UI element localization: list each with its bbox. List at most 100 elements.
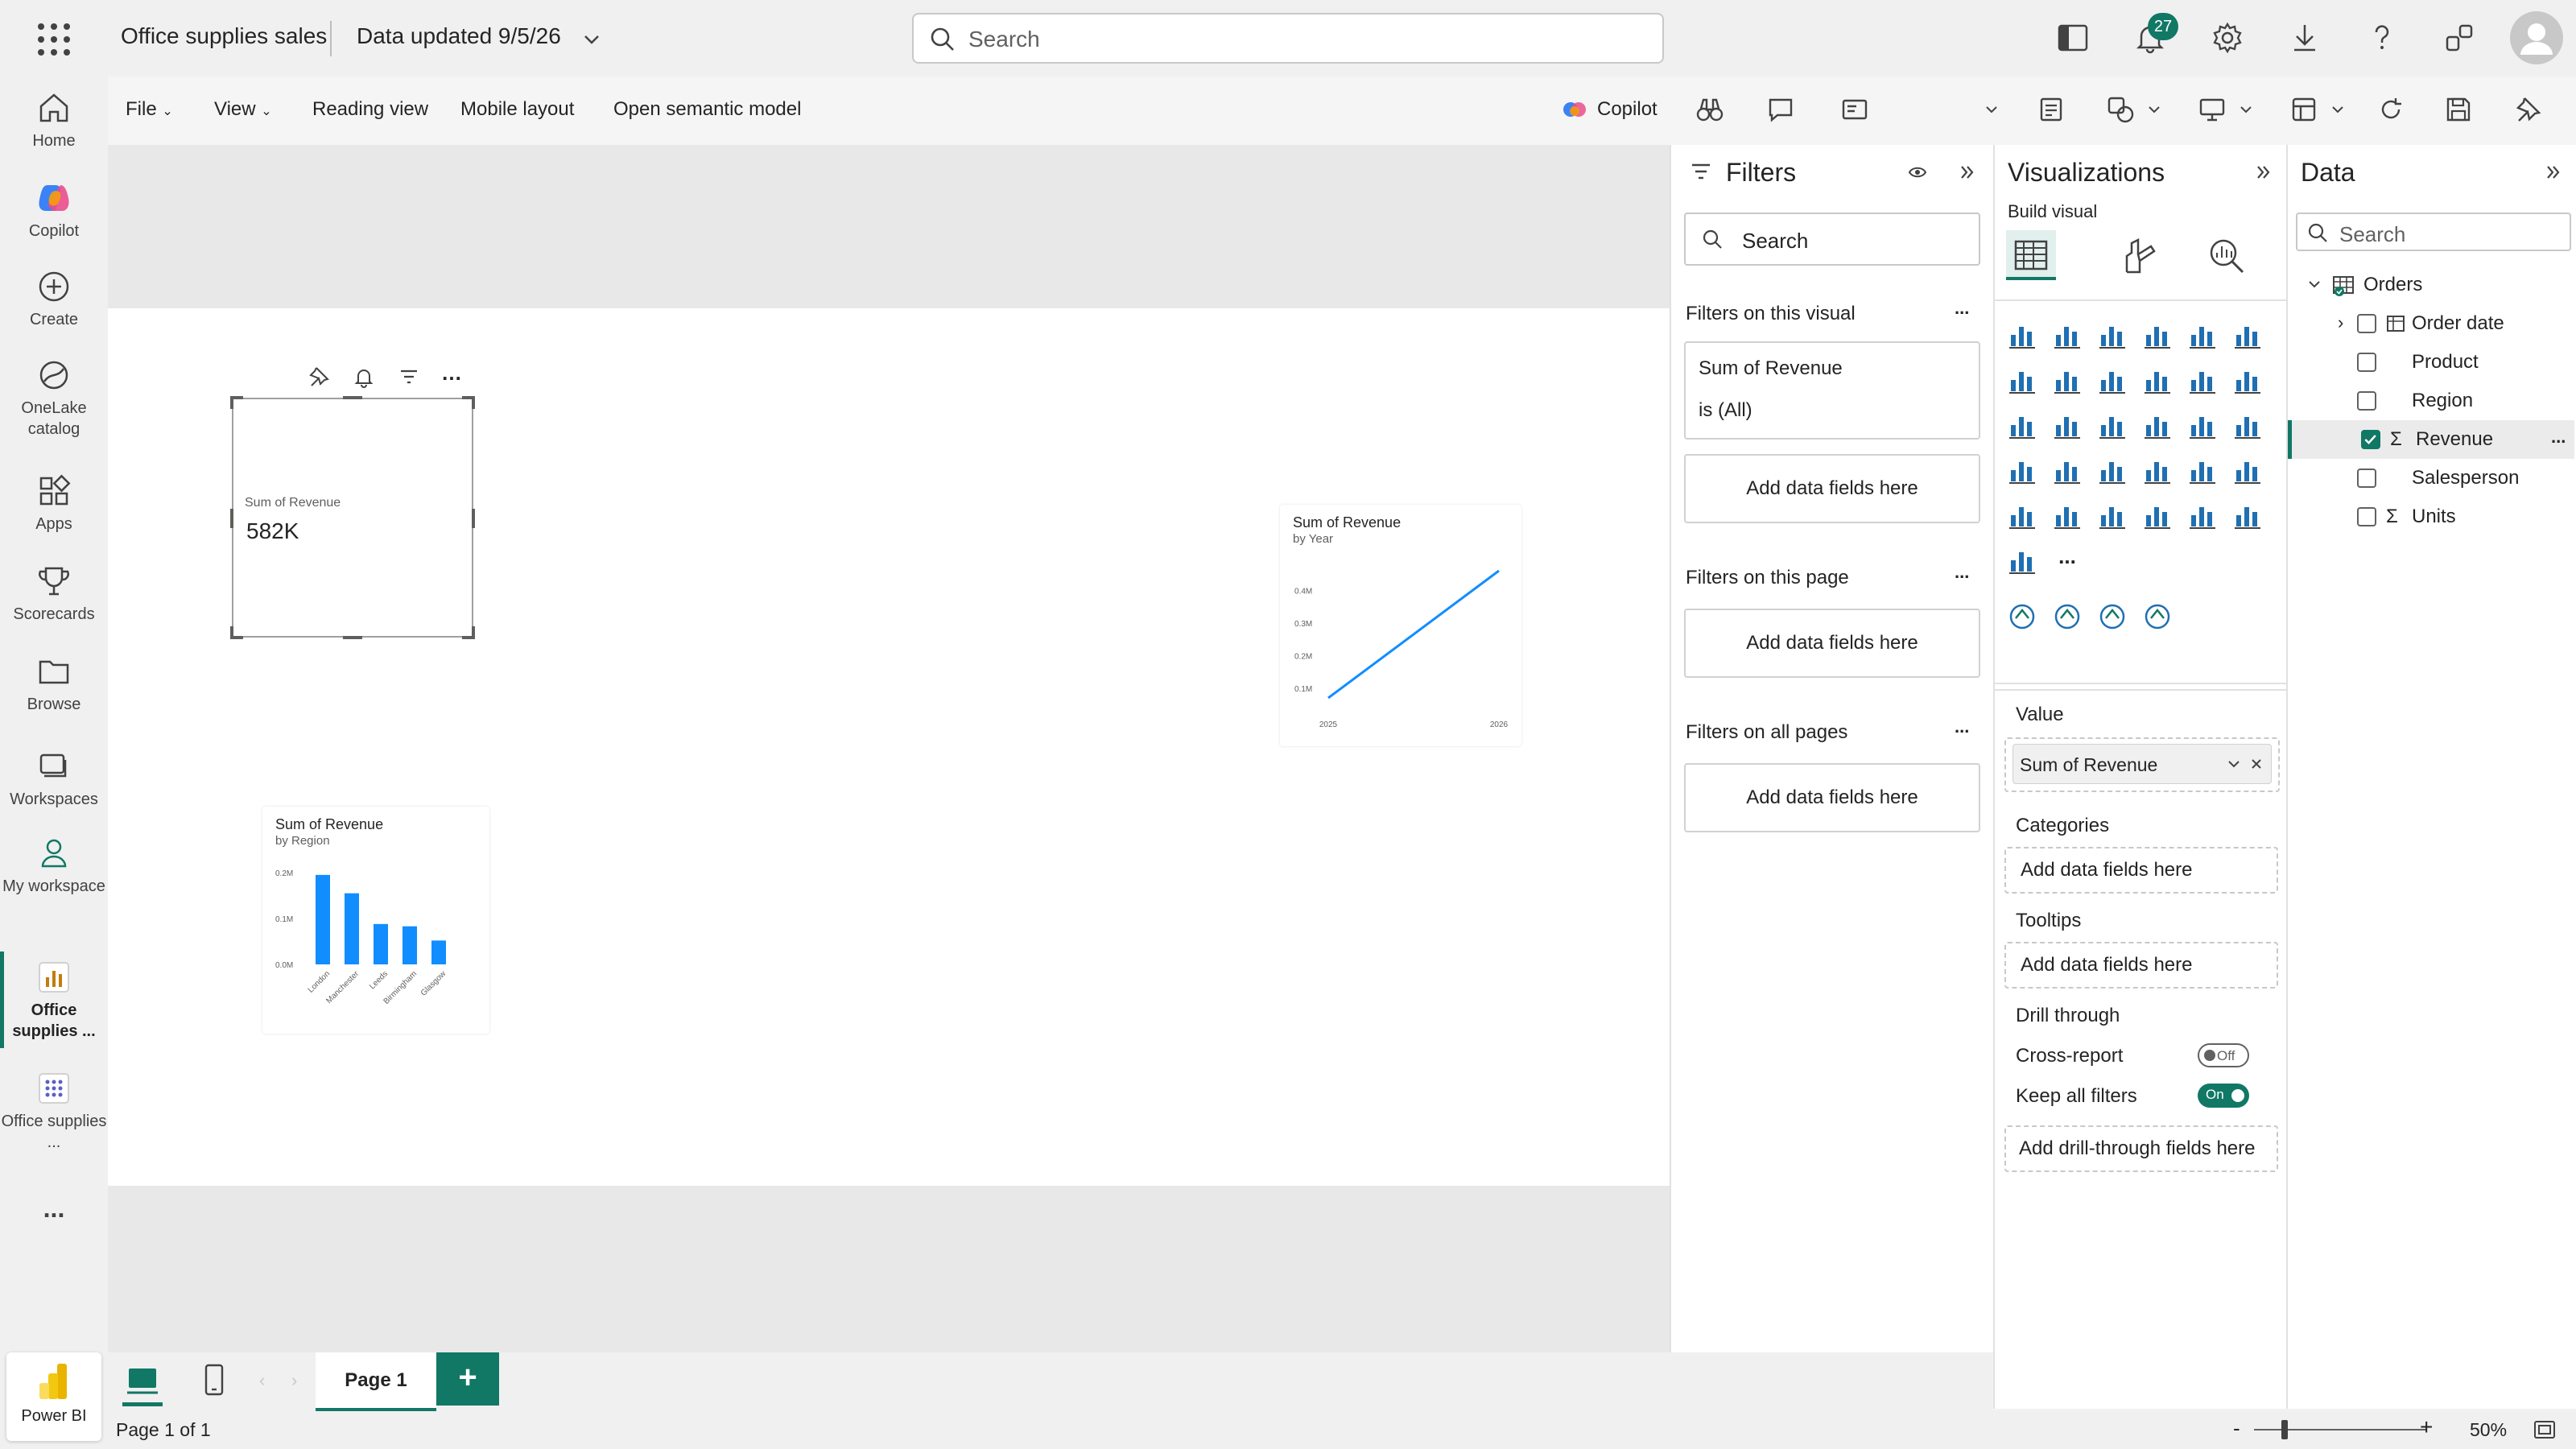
nav-office-supplies-model[interactable]: Office supplies ... [0, 1071, 108, 1153]
value-field-pill[interactable]: Sum of Revenue [2013, 744, 2272, 784]
resize-handle[interactable] [462, 626, 475, 639]
filters-search-input[interactable]: Search [1684, 213, 1980, 266]
field-row[interactable]: Salesperson [2288, 459, 2574, 497]
more-options-icon[interactable]: … [441, 361, 462, 386]
visual-type-icon[interactable] [2141, 364, 2174, 396]
share-icon[interactable] [2442, 21, 2476, 55]
nav-office-supplies-report[interactable]: Office supplies ... [0, 960, 108, 1042]
page-tab[interactable]: Page 1 [316, 1352, 436, 1411]
fit-to-page-icon[interactable] [2533, 1418, 2557, 1442]
visual-type-icon[interactable] [2051, 319, 2083, 351]
close-icon[interactable] [2250, 758, 2263, 770]
keep-filters-toggle[interactable]: On [2198, 1084, 2249, 1108]
data-updated-label[interactable]: Data updated 9/5/26 [357, 23, 561, 49]
save-icon[interactable] [2444, 95, 2473, 124]
filter-card[interactable]: Sum of Revenue is (All) [1684, 341, 1980, 440]
field-checkbox[interactable] [2357, 314, 2376, 333]
visual-type-icon[interactable] [2231, 319, 2264, 351]
more-options-icon[interactable]: ... [2551, 427, 2566, 448]
nav-my-workspace[interactable]: My workspace [0, 836, 108, 897]
mobile-layout-icon[interactable] [200, 1362, 229, 1397]
visual-type-icon[interactable] [2006, 499, 2038, 531]
visual-type-icon[interactable] [2186, 319, 2219, 351]
field-checkbox[interactable] [2357, 469, 2376, 488]
more-options-icon[interactable]: ... [1955, 298, 1969, 319]
panel-toggle-icon[interactable] [2056, 21, 2090, 55]
open-semantic-model-button[interactable]: Open semantic model [613, 98, 801, 121]
nav-home[interactable]: Home [0, 90, 108, 151]
visual-type-icon[interactable] [2141, 454, 2174, 486]
binoculars-icon[interactable] [1695, 95, 1724, 124]
table-orders[interactable]: Orders [2288, 266, 2574, 304]
trophy-icon[interactable] [2096, 601, 2128, 633]
visual-type-icon[interactable] [2051, 409, 2083, 441]
next-page-icon[interactable]: › [291, 1370, 297, 1391]
layout-icon[interactable] [2289, 95, 2318, 124]
field-checkbox[interactable] [2357, 507, 2376, 526]
pin-icon[interactable] [2513, 95, 2542, 124]
visual-type-icon[interactable] [2231, 409, 2264, 441]
visual-type-icon[interactable] [2006, 544, 2038, 576]
nav-more-button[interactable]: ... [0, 1195, 108, 1221]
pin-icon[interactable] [308, 365, 330, 388]
nav-copilot[interactable]: Copilot [0, 180, 108, 242]
filter-icon[interactable] [398, 365, 420, 388]
gear-icon[interactable] [2211, 21, 2244, 55]
map-icon[interactable] [2051, 601, 2083, 633]
visual-type-icon[interactable] [2096, 499, 2128, 531]
card-visual[interactable]: Sum of Revenue 582K [230, 396, 475, 639]
copilot-button[interactable]: Copilot [1597, 98, 1657, 121]
zoom-slider[interactable] [2254, 1420, 2426, 1439]
shapes-icon[interactable] [2106, 95, 2135, 124]
subscribe-icon[interactable] [1840, 95, 1869, 124]
chevron-down-icon[interactable] [583, 31, 601, 48]
notes-icon[interactable] [2037, 95, 2066, 124]
chevron-right-icon[interactable]: › [2338, 312, 2343, 333]
nav-create[interactable]: Create [0, 269, 108, 330]
field-checkbox[interactable] [2357, 353, 2376, 372]
more-options-icon[interactable]: ... [1955, 562, 1969, 583]
nav-apps[interactable]: Apps [0, 473, 108, 535]
zoom-in-button[interactable]: + [2420, 1414, 2433, 1440]
download-icon[interactable] [2288, 21, 2322, 55]
analytics-icon[interactable] [2207, 237, 2246, 275]
field-row[interactable]: Region [2288, 382, 2574, 420]
present-icon[interactable] [2198, 95, 2227, 124]
collapse-chevron-icon[interactable] [2254, 163, 2273, 182]
visual-type-icon[interactable] [2096, 319, 2128, 351]
visual-type-icon[interactable] [2096, 409, 2128, 441]
visual-type-icon[interactable] [2096, 364, 2128, 396]
visual-type-icon[interactable] [2051, 454, 2083, 486]
chevron-down-icon[interactable] [2330, 95, 2346, 124]
resize-handle[interactable] [343, 636, 362, 639]
visual-type-icon[interactable] [2141, 499, 2174, 531]
file-menu[interactable]: File ⌄ [126, 98, 173, 121]
bar[interactable] [431, 940, 446, 964]
visual-type-icon[interactable] [2141, 319, 2174, 351]
chevron-down-icon[interactable] [2226, 756, 2242, 772]
field-row[interactable]: Product [2288, 343, 2574, 382]
line-chart-visual[interactable]: Sum of Revenue by Year 0.1M 0.2M 0.3M 0.4M 2… [1280, 505, 1521, 746]
zoom-out-button[interactable]: - [2233, 1416, 2240, 1441]
zoom-slider-thumb[interactable] [2281, 1420, 2288, 1439]
chevron-down-icon[interactable] [1984, 95, 2000, 124]
resize-handle[interactable] [230, 509, 233, 528]
field-row[interactable]: Σ Revenue... [2288, 420, 2574, 459]
cross-report-toggle[interactable]: Off [2198, 1043, 2249, 1067]
format-visual-icon[interactable] [2119, 237, 2157, 275]
field-row[interactable]: › Order date [2288, 304, 2574, 343]
data-search-input[interactable]: Search [2296, 213, 2571, 251]
globe-icon[interactable] [2006, 601, 2038, 633]
view-menu[interactable]: View ⌄ [214, 98, 272, 121]
categories-well[interactable]: Add data fields here [2004, 847, 2278, 894]
desktop-layout-icon[interactable] [126, 1364, 159, 1397]
visual-type-icon[interactable] [2006, 364, 2038, 396]
alert-bell-icon[interactable] [353, 365, 375, 388]
more-options-icon[interactable]: ... [1955, 716, 1969, 737]
resize-handle[interactable] [462, 396, 475, 409]
visual-type-icon[interactable] [2096, 454, 2128, 486]
eye-icon[interactable] [1908, 163, 1927, 182]
chevron-down-icon[interactable] [2146, 95, 2162, 124]
visual-type-icon[interactable] [2006, 319, 2038, 351]
nav-onelake-catalog[interactable]: OneLake catalog [0, 357, 108, 440]
